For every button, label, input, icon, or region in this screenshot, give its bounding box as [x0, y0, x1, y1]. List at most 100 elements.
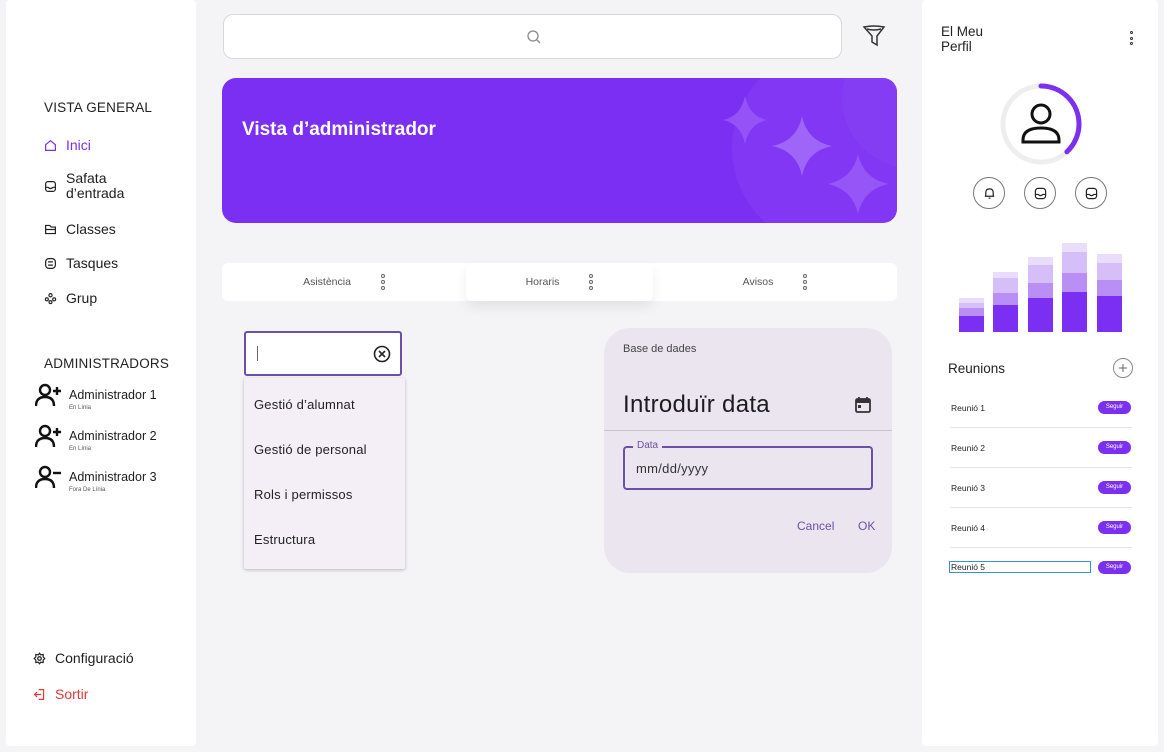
tab-notices[interactable]: Avisos: [653, 263, 897, 301]
meeting-name: Reunió 3: [951, 483, 986, 493]
sidebar-item-group[interactable]: Grup: [44, 290, 97, 306]
sidebar-item-label: Classes: [66, 221, 116, 237]
text-caret: [257, 346, 258, 361]
follow-button[interactable]: Seguir: [1098, 401, 1131, 414]
more-vert-icon[interactable]: [380, 274, 385, 290]
more-vert-icon[interactable]: [589, 274, 594, 290]
meeting-row: Reunió 2 Seguir: [950, 428, 1132, 468]
meeting-name: Reunió 1: [951, 403, 986, 413]
sidebar-item-label: Safata d’entrada: [66, 170, 125, 201]
meeting-row: Reunió 4 Seguir: [950, 508, 1132, 548]
dialog-headline: Introduïr data: [623, 391, 770, 418]
sidebar-item-inbox[interactable]: Safata d’entrada: [44, 171, 136, 201]
admin-status: Fora De Línia: [69, 487, 106, 493]
inbox-icon: [1034, 187, 1046, 199]
admin-status: En Línia: [69, 446, 92, 452]
meeting-name: Reunió 2: [951, 443, 986, 453]
sidebar-item-label: Tasques: [66, 255, 119, 271]
follow-button[interactable]: Seguir: [1098, 481, 1131, 494]
combobox-input[interactable]: [244, 331, 402, 376]
logout-link[interactable]: Sortir: [33, 686, 88, 702]
menu-item[interactable]: Rols i permissos: [254, 487, 353, 502]
clear-icon[interactable]: [373, 345, 391, 363]
gear-icon: [33, 651, 46, 665]
tab-schedules[interactable]: Horaris: [466, 263, 653, 301]
inbox-icon: [45, 180, 56, 192]
admin-name: Administrador 3: [69, 470, 157, 484]
search-input[interactable]: [223, 14, 842, 59]
menu-item[interactable]: Gestió de personal: [254, 442, 367, 457]
bar-1: [959, 298, 984, 332]
logout-icon: [33, 688, 45, 700]
inbox-icon: [1085, 187, 1097, 199]
date-picker-dialog: Base de dades Introduïr data Data mm/dd/…: [604, 328, 892, 573]
settings-label: Configuració: [55, 650, 134, 666]
bar-4: [1062, 243, 1087, 332]
admin-item[interactable]: Administrador 1 En Línia: [35, 383, 157, 411]
follow-button[interactable]: Seguir: [1098, 441, 1131, 454]
admin-status: En Línia: [69, 405, 92, 411]
settings-link[interactable]: Configuració: [33, 650, 134, 666]
cancel-button[interactable]: Cancel: [797, 519, 834, 533]
admin-name: Administrador 2: [69, 429, 157, 443]
tab-attendance[interactable]: Asistència: [222, 263, 466, 301]
tab-label: Asistència: [303, 276, 351, 288]
more-vert-icon[interactable]: [803, 274, 808, 290]
more-vert-icon[interactable]: [1130, 31, 1133, 45]
admins-section-title: ADMINISTRADORS: [44, 356, 170, 371]
tasks-icon: [45, 257, 56, 269]
folder-icon: [45, 224, 56, 234]
menu-item[interactable]: Gestió d’alumnat: [254, 397, 355, 412]
sidebar-item-classes[interactable]: Classes: [44, 221, 116, 237]
user-icon: [1021, 103, 1061, 144]
tab-label: Avisos: [742, 276, 774, 288]
plus-icon: [1119, 364, 1127, 372]
menu-item[interactable]: Estructura: [254, 532, 315, 547]
sparkle-decoration: [723, 78, 897, 223]
admin-name: Administrador 1: [69, 388, 157, 402]
sidebar-item-label: Grup: [66, 290, 98, 306]
activity-chart: [959, 243, 1122, 332]
dialog-divider: [604, 430, 892, 431]
dropdown-menu: Gestió d’alumnat Gestió de personal Rols…: [244, 378, 405, 569]
sidebar: VISTA GENERAL Inici Safata d’entrada Cla…: [6, 0, 196, 746]
avatar: [1000, 83, 1082, 165]
date-field-label: Data: [633, 440, 663, 451]
sidebar-item-label: Inici: [66, 137, 91, 153]
add-meeting-button[interactable]: [1113, 358, 1133, 378]
meeting-name-input[interactable]: Reunió 5: [949, 561, 1091, 573]
admin-item[interactable]: Administrador 3 Fora De Línia: [35, 465, 157, 493]
group-icon: [44, 292, 57, 304]
sidebar-item-tasks[interactable]: Tasques: [44, 255, 118, 271]
bar-3: [1028, 257, 1053, 332]
overview-section-title: VISTA GENERAL: [44, 100, 153, 115]
admin-item[interactable]: Administrador 2 En Línia: [35, 424, 157, 452]
inbox-button[interactable]: [1024, 177, 1056, 209]
ok-button[interactable]: OK: [858, 519, 875, 533]
notifications-button[interactable]: [973, 177, 1005, 209]
follow-button[interactable]: Seguir: [1098, 561, 1131, 574]
calendar-icon[interactable]: [854, 396, 872, 414]
user-plus-icon: [35, 383, 61, 407]
sidebar-item-home[interactable]: Inici: [44, 137, 91, 153]
meeting-row: Reunió 5 Seguir: [949, 548, 1132, 588]
date-field[interactable]: Data mm/dd/yyyy: [623, 440, 873, 490]
inbox-button[interactable]: [1075, 177, 1107, 209]
banner-title: Vista d’administrador: [242, 119, 436, 140]
meetings-title: Reunions: [948, 361, 1006, 376]
search-icon: [527, 30, 541, 44]
profile-title: El Meu Perfil: [941, 24, 984, 54]
filter-icon[interactable]: [861, 23, 887, 49]
user-plus-icon: [35, 424, 61, 448]
bar-2: [993, 272, 1018, 332]
admin-banner: Vista d’administrador: [222, 78, 897, 223]
meeting-row: Reunió 3 Seguir: [950, 468, 1132, 508]
dialog-supporting-text: Base de dades: [623, 343, 697, 355]
tab-label: Horaris: [525, 276, 560, 288]
user-minus-icon: [35, 465, 61, 489]
meeting-name: Reunió 4: [951, 523, 986, 533]
profile-panel: El Meu Perfil Reunions Reunió 1 Seguir R…: [922, 0, 1158, 746]
follow-button[interactable]: Seguir: [1098, 521, 1131, 534]
tab-bar: Asistència Horaris Avisos: [222, 263, 897, 301]
meeting-row: Reunió 1 Seguir: [950, 388, 1132, 428]
